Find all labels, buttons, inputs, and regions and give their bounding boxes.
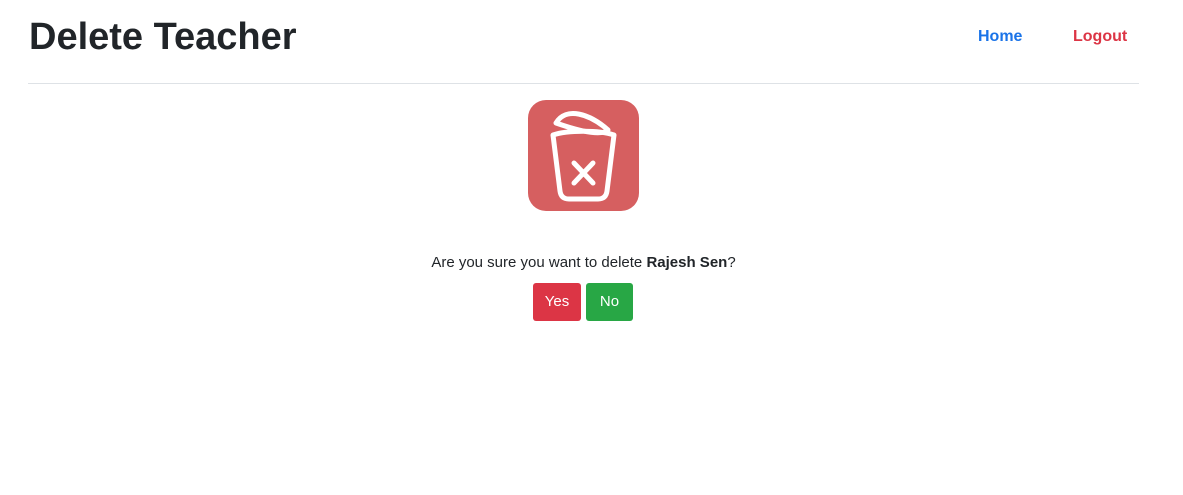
confirm-suffix: ?	[727, 254, 736, 271]
page-header: Delete Teacher Home Logout	[28, 0, 1139, 84]
confirm-prefix: Are you sure you want to delete	[431, 254, 647, 271]
teacher-name: Rajesh Sen	[646, 254, 728, 271]
nav-logout-link[interactable]: Logout	[1073, 28, 1127, 46]
trash-x-icon	[528, 100, 639, 211]
nav-home-link[interactable]: Home	[978, 28, 1022, 46]
page-title: Delete Teacher	[29, 16, 297, 58]
delete-confirmation-message: Are you sure you want to delete Rajesh S…	[0, 253, 1167, 273]
yes-button[interactable]: Yes	[533, 283, 581, 321]
no-button[interactable]: No	[586, 283, 633, 321]
